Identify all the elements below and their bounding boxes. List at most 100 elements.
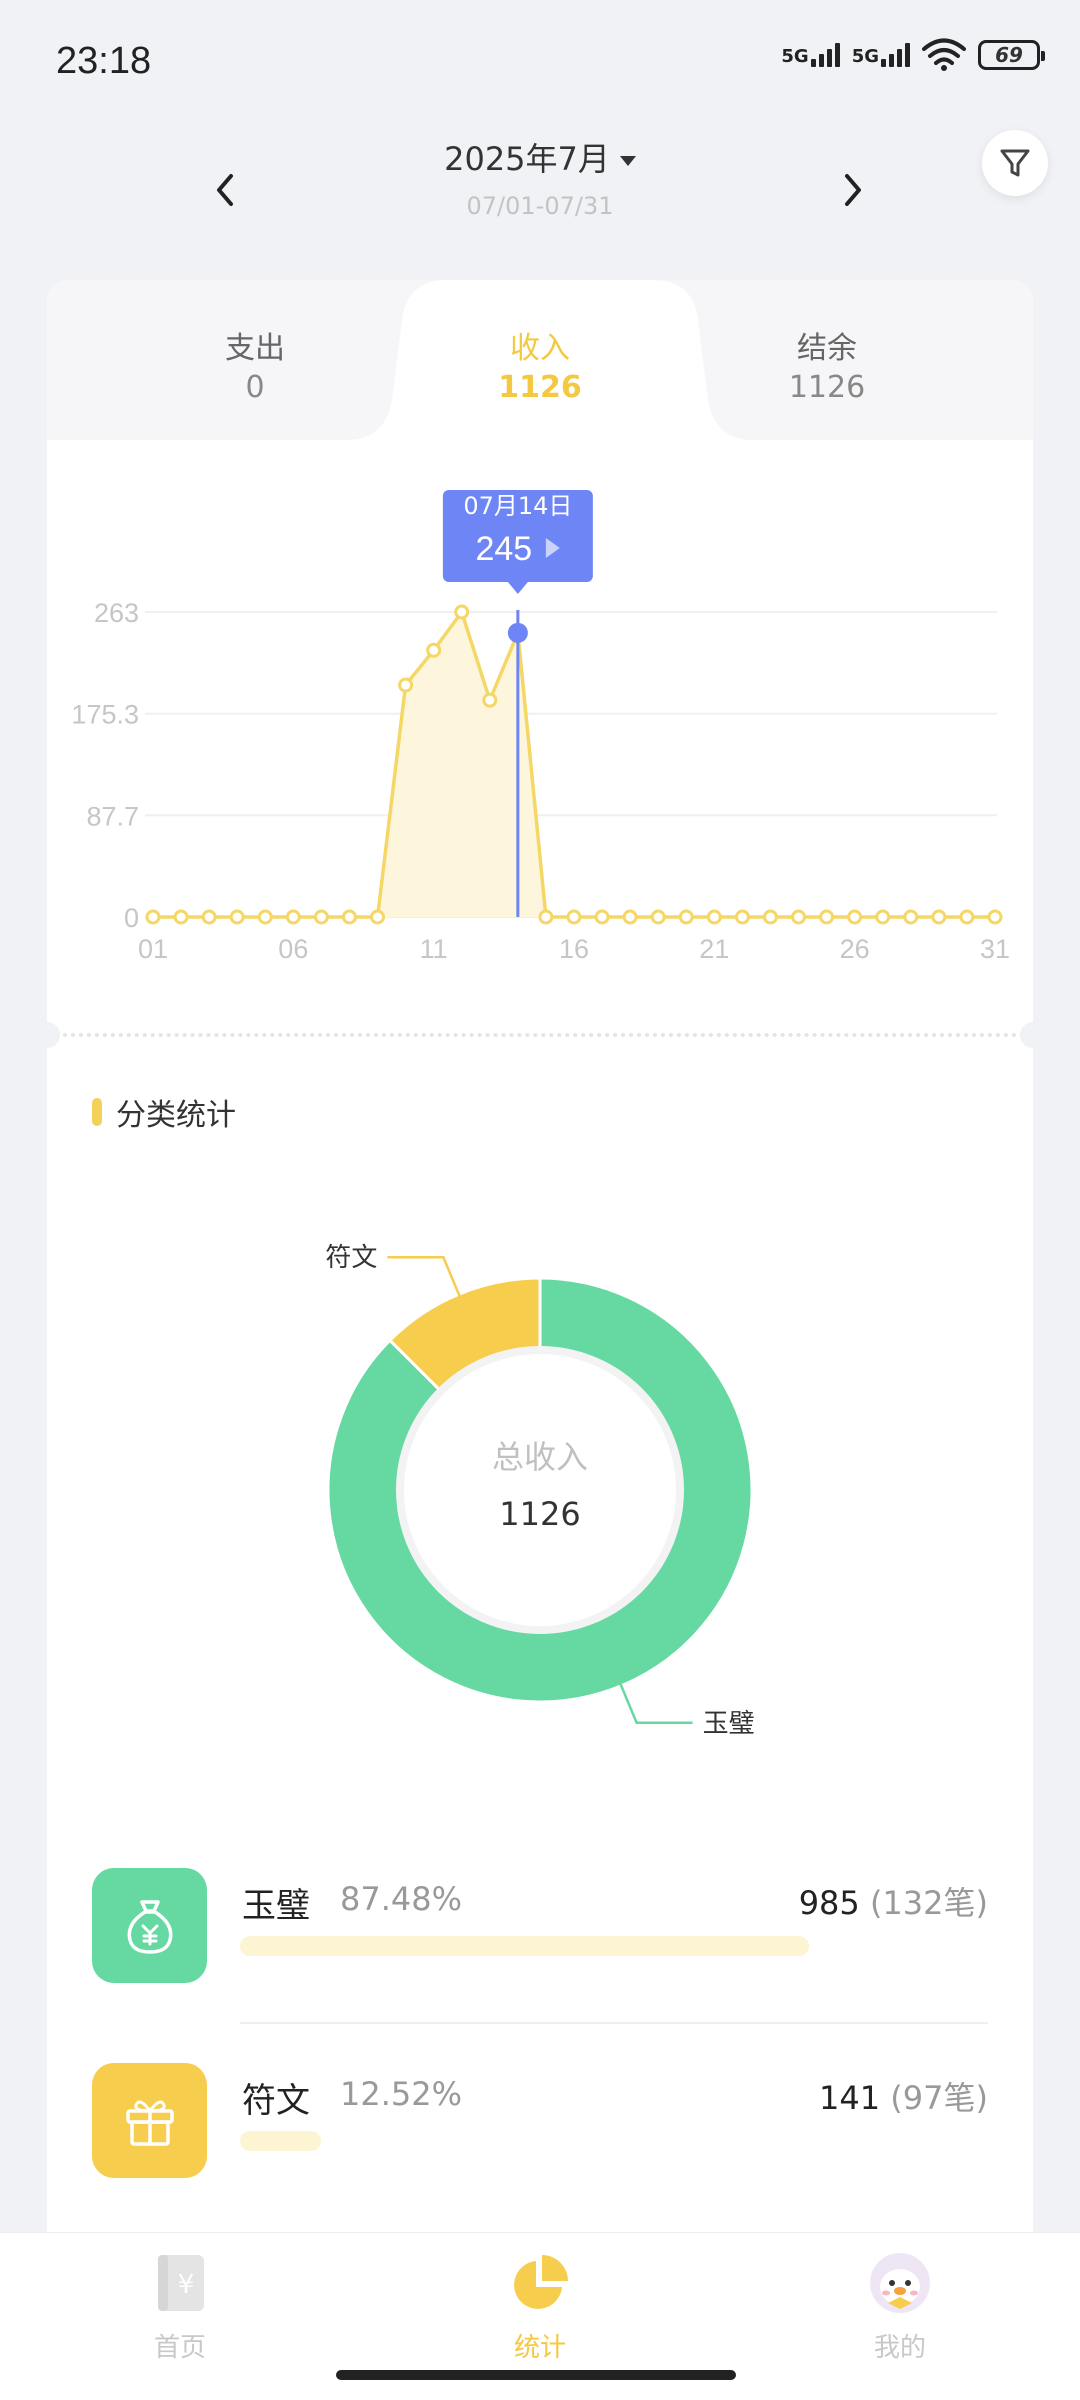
tab-income[interactable]: 收入 1126 (420, 330, 660, 408)
data-point[interactable] (257, 909, 273, 925)
data-point[interactable] (341, 909, 357, 925)
donut-hole (396, 1346, 684, 1634)
data-point[interactable] (370, 909, 386, 925)
divider-notch-left (34, 1022, 60, 1048)
battery-level: 69 (995, 43, 1023, 67)
avatar-icon (870, 2253, 930, 2313)
category-count: (97笔) (890, 2079, 988, 2117)
x-tick-label: 06 (278, 934, 308, 964)
slice-label: 玉璧 (703, 1709, 755, 1739)
x-tick-label: 21 (699, 934, 729, 964)
tab-income-label: 收入 (510, 331, 570, 366)
data-point[interactable] (538, 909, 554, 925)
slice-leader-line (387, 1255, 462, 1299)
filter-button[interactable] (982, 130, 1048, 196)
wifi-icon (922, 38, 966, 71)
category-title-text: 分类统计 (116, 1098, 236, 1133)
data-point[interactable] (706, 909, 722, 925)
gift-icon (92, 2063, 207, 2178)
data-point[interactable] (594, 909, 610, 925)
data-point[interactable] (650, 909, 666, 925)
tab-expense-label: 支出 (225, 331, 285, 366)
tab-balance[interactable]: 结余 1126 (707, 330, 947, 408)
data-point[interactable] (173, 909, 189, 925)
x-tick-label: 16 (559, 934, 589, 964)
svg-text:¥: ¥ (178, 2270, 195, 2300)
x-tick-label: 26 (840, 934, 870, 964)
data-point[interactable] (229, 909, 245, 925)
series-line (153, 610, 995, 919)
money-bag-icon (92, 1868, 207, 1983)
tab-expense-value: 0 (245, 370, 265, 405)
category-name: 玉璧 (242, 1886, 310, 1926)
data-point[interactable] (734, 909, 750, 925)
next-month-button[interactable] (828, 160, 878, 220)
category-progress-bar (240, 2131, 321, 2151)
home-indicator (336, 2370, 736, 2380)
data-point[interactable] (847, 909, 863, 925)
month-label: 2025年7月 (444, 140, 610, 178)
nav-statistics[interactable]: 统计 (440, 2251, 640, 2364)
summary-tabs: 支出 0 收入 1126 结余 1126 (47, 280, 1033, 440)
slice-label: 符文 (325, 1243, 377, 1273)
data-point[interactable] (201, 909, 217, 925)
network-type-label: 5G (781, 46, 809, 67)
x-tick-label: 11 (420, 934, 448, 964)
category-percent: 12.52% (340, 2075, 463, 2113)
data-point[interactable] (875, 909, 891, 925)
status-icons: 5G 5G 69 (781, 38, 1045, 72)
caret-down-icon (619, 156, 636, 166)
y-tick-label: 175.3 (71, 700, 139, 730)
category-row-yubi[interactable]: 玉璧 87.48% 985 (132笔) (92, 1868, 988, 2038)
tab-expense[interactable]: 支出 0 (135, 330, 375, 408)
data-point[interactable] (454, 604, 470, 620)
data-point[interactable] (819, 909, 835, 925)
data-point[interactable] (931, 909, 947, 925)
category-name: 符文 (242, 2081, 310, 2121)
data-point[interactable] (566, 909, 582, 925)
data-point[interactable] (678, 909, 694, 925)
data-point[interactable] (959, 909, 975, 925)
month-selector[interactable]: 2025年7月 (0, 134, 1080, 180)
data-point[interactable] (482, 692, 498, 708)
nav-home[interactable]: ¥ 首页 (80, 2251, 280, 2364)
donut-center-label: 总收入 (491, 1438, 588, 1476)
data-point[interactable] (622, 909, 638, 925)
tooltip-pointer (507, 582, 528, 594)
category-donut-chart[interactable]: 玉璧 符文 (270, 1190, 810, 1770)
selected-point[interactable] (507, 622, 528, 643)
section-divider (47, 1033, 1033, 1037)
cellular-signal-icon: 5G (781, 43, 840, 67)
data-point[interactable] (903, 909, 919, 925)
title-accent-bar (92, 1098, 102, 1126)
nav-profile[interactable]: 我的 (800, 2251, 1000, 2364)
ledger-icon: ¥ (158, 2255, 204, 2311)
data-point[interactable] (762, 909, 778, 925)
nav-statistics-label: 统计 (513, 2333, 566, 2363)
status-time: 23:18 (56, 40, 152, 82)
data-point[interactable] (313, 909, 329, 925)
data-point[interactable] (145, 909, 161, 925)
category-section-title: 分类统计 (92, 1090, 236, 1134)
category-amount-value: 985 (798, 1884, 860, 1922)
category-amount-value: 141 (819, 2079, 881, 2117)
income-line-chart[interactable]: 0 87.7 175.3 263 01 06 11 16 21 26 31 07月14日 245 (47, 440, 1033, 1000)
tab-balance-label: 结余 (797, 331, 857, 366)
data-point[interactable] (426, 642, 442, 658)
donut-center-value: 1126 (499, 1495, 581, 1533)
chevron-right-icon (845, 174, 861, 206)
divider-notch-right (1020, 1022, 1046, 1048)
tooltip-date: 07月14日 (463, 492, 572, 520)
row-divider (240, 2022, 988, 2024)
slice-leader-line (618, 1681, 693, 1725)
tab-balance-value: 1126 (788, 370, 866, 405)
y-tick-label: 263 (94, 598, 139, 628)
month-header: 2025年7月 07/01-07/31 (0, 120, 1080, 250)
category-row-fuwen[interactable]: 符文 12.52% 141 (97笔) (92, 2063, 988, 2233)
data-point[interactable] (791, 909, 807, 925)
data-point[interactable] (398, 677, 414, 693)
data-point[interactable] (285, 909, 301, 925)
data-point[interactable] (987, 909, 1003, 925)
area-fill (153, 612, 995, 917)
x-tick-label: 01 (138, 934, 168, 964)
